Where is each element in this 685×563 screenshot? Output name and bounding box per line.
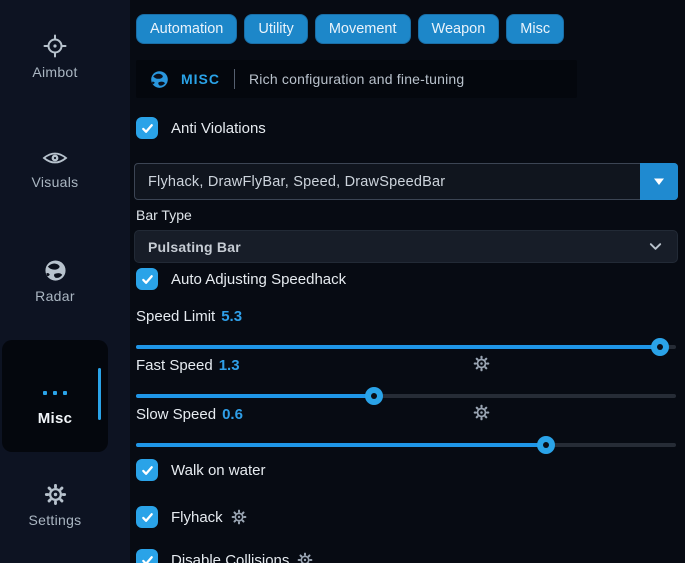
check-icon (140, 121, 155, 136)
check-icon (140, 463, 155, 478)
gear-icon (297, 552, 313, 563)
sidebar-item-label: Visuals (32, 174, 79, 190)
select-value: Pulsating Bar (148, 239, 241, 255)
slow-speed-slider[interactable] (136, 436, 676, 454)
checkbox[interactable] (136, 268, 158, 290)
sidebar-item-misc[interactable]: Misc (2, 340, 108, 452)
fast-speed-gear-button[interactable] (473, 355, 490, 372)
tab-weapon[interactable]: Weapon (418, 14, 500, 44)
gear-icon (473, 355, 490, 372)
fast-speed-slider[interactable] (136, 387, 676, 405)
gear-icon (473, 404, 490, 421)
slider-fill (136, 394, 374, 398)
slider-thumb[interactable] (537, 436, 555, 454)
slider-fill (136, 345, 660, 349)
gear-icon (44, 483, 67, 506)
globe-icon (44, 259, 67, 282)
fast-speed-label: Fast Speed1.3 (136, 357, 240, 374)
checkbox-row-anti-violations[interactable]: Anti Violations (136, 117, 266, 139)
section-title: MISC (181, 71, 220, 87)
checkbox-label: Flyhack (171, 509, 247, 526)
slow-speed-gear-button[interactable] (473, 404, 490, 421)
disable-collisions-gear-button[interactable] (297, 552, 313, 563)
globe-icon (150, 70, 169, 89)
check-icon (140, 272, 155, 287)
sidebar-item-label: Settings (29, 512, 82, 528)
tab-misc[interactable]: Misc (506, 14, 564, 44)
slider-track[interactable] (136, 394, 676, 398)
app-window: Aimbot Visuals Radar Misc Settings (0, 0, 685, 563)
violations-multiselect[interactable]: Flyhack, DrawFlyBar, Speed, DrawSpeedBar (134, 163, 678, 200)
checkbox-label: Disable Collisions (171, 552, 313, 563)
gear-icon (231, 509, 247, 525)
speed-limit-label: Speed Limit5.3 (136, 308, 242, 325)
check-icon (140, 553, 155, 563)
main-panel: Automation Utility Movement Weapon Misc … (136, 0, 676, 563)
section-header: MISC Rich configuration and fine-tuning (136, 60, 577, 98)
checkbox-row-disable-collisions[interactable]: Disable Collisions (136, 549, 313, 563)
sidebar-item-radar[interactable]: Radar (0, 259, 110, 306)
checkbox-row-walk-on-water[interactable]: Walk on water (136, 459, 265, 481)
fast-speed-value: 1.3 (219, 357, 240, 374)
checkbox-label: Auto Adjusting Speedhack (171, 271, 346, 288)
triangle-down-icon (653, 177, 665, 186)
multiselect-value: Flyhack, DrawFlyBar, Speed, DrawSpeedBar (148, 174, 445, 190)
sidebar-item-label: Radar (35, 288, 75, 304)
crosshair-icon (43, 34, 67, 58)
sidebar-item-settings[interactable]: Settings (0, 483, 110, 530)
sidebar-item-label: Aimbot (32, 64, 77, 80)
speed-limit-value: 5.3 (221, 308, 242, 325)
checkbox[interactable] (136, 506, 158, 528)
speed-limit-slider[interactable] (136, 338, 676, 356)
slider-thumb[interactable] (651, 338, 669, 356)
slider-fill (136, 443, 546, 447)
sidebar-item-aimbot[interactable]: Aimbot (0, 34, 110, 82)
slow-speed-label: Slow Speed0.6 (136, 406, 243, 423)
bar-type-label: Bar Type (136, 207, 192, 223)
checkbox-label: Anti Violations (171, 120, 266, 137)
tab-automation[interactable]: Automation (136, 14, 237, 44)
checkbox-label: Walk on water (171, 462, 265, 479)
slider-track[interactable] (136, 443, 676, 447)
selected-indicator (98, 368, 101, 420)
section-description: Rich configuration and fine-tuning (249, 71, 464, 87)
slider-thumb[interactable] (365, 387, 383, 405)
checkbox-row-auto-adjusting-speedhack[interactable]: Auto Adjusting Speedhack (136, 268, 346, 290)
checkbox[interactable] (136, 549, 158, 563)
bar-type-select[interactable]: Pulsating Bar (134, 230, 678, 263)
sidebar-item-label: Misc (38, 410, 73, 427)
ellipsis-icon (40, 382, 70, 400)
check-icon (140, 510, 155, 525)
slow-speed-value: 0.6 (222, 406, 243, 423)
flyhack-gear-button[interactable] (231, 509, 247, 525)
eye-icon (42, 148, 68, 168)
checkbox-row-flyhack[interactable]: Flyhack (136, 506, 247, 528)
sidebar: Aimbot Visuals Radar Misc Settings (0, 0, 130, 563)
sidebar-item-visuals[interactable]: Visuals (0, 148, 110, 192)
category-tabs: Automation Utility Movement Weapon Misc (136, 14, 564, 44)
checkbox[interactable] (136, 459, 158, 481)
checkbox[interactable] (136, 117, 158, 139)
tab-movement[interactable]: Movement (315, 14, 411, 44)
divider (234, 69, 235, 89)
chevron-down-icon (648, 239, 663, 254)
slider-track[interactable] (136, 345, 676, 349)
tab-utility[interactable]: Utility (244, 14, 307, 44)
multiselect-dropdown-button[interactable] (640, 163, 678, 200)
